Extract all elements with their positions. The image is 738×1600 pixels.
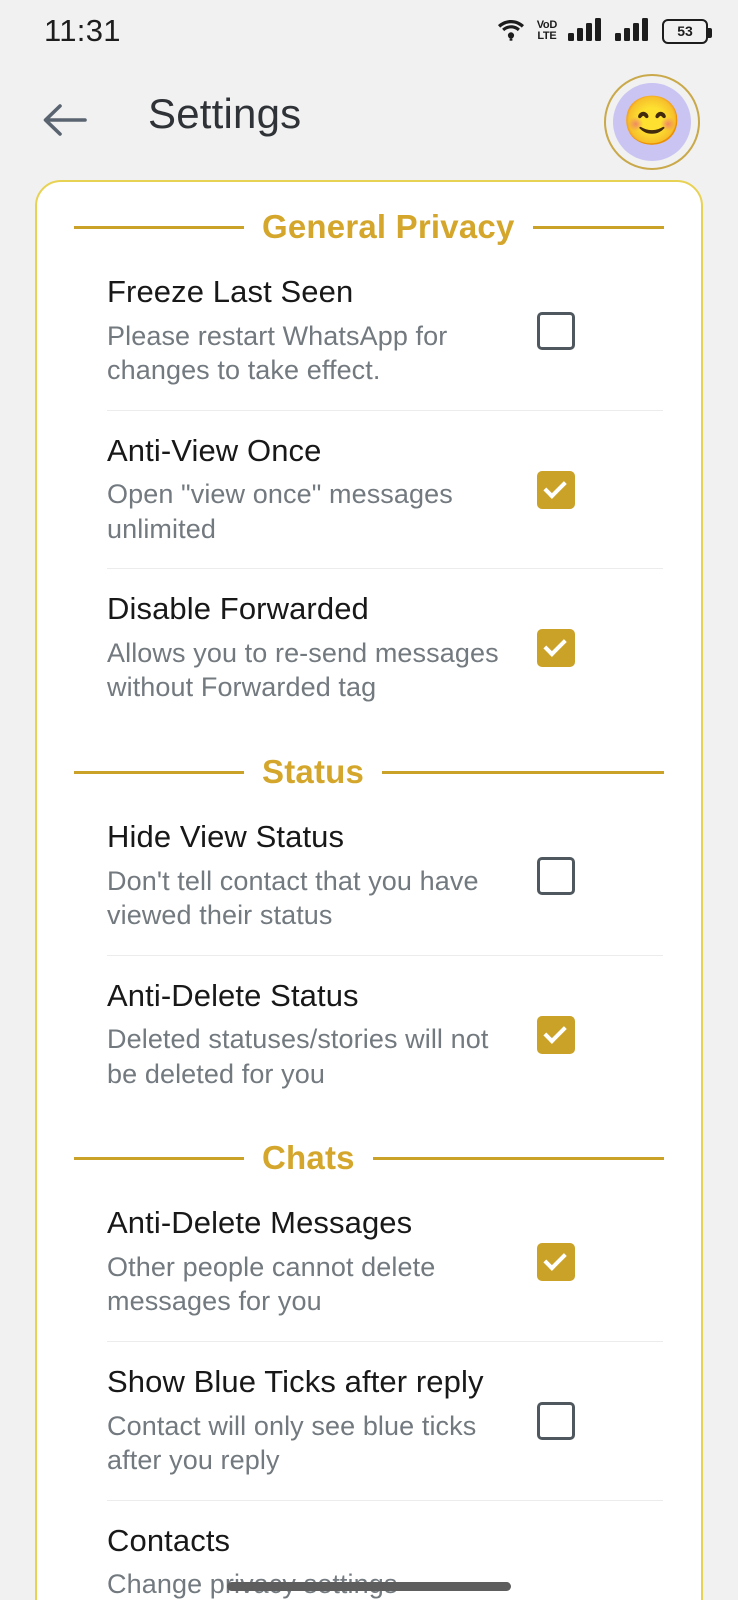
row-texts: Anti-Delete Status Deleted statuses/stori… — [107, 978, 537, 1092]
page-title: Settings — [148, 90, 302, 137]
home-gesture-bar[interactable] — [227, 1582, 511, 1591]
volte-bottom-label: LTE — [537, 30, 557, 42]
checkmark-icon — [542, 1020, 567, 1044]
section-rule-right — [372, 1156, 664, 1160]
row-checkbox-area — [537, 1243, 647, 1282]
row-title: Hide View Status — [107, 819, 345, 855]
section-rule-left — [74, 225, 244, 229]
settings-row[interactable]: Anti-Delete Status Deleted statuses/stori… — [37, 956, 701, 1114]
settings-row[interactable]: Hide View Status Don't tell contact that … — [37, 797, 701, 955]
section-title: Chats — [262, 1139, 355, 1177]
row-texts: Freeze Last Seen Please restart WhatsApp … — [107, 274, 537, 388]
section-rule-right — [382, 770, 664, 774]
row-title: Anti-Delete Messages — [107, 1205, 413, 1241]
settings-row[interactable]: Freeze Last Seen Please restart WhatsApp … — [37, 252, 701, 410]
checkmark-icon — [542, 633, 567, 658]
row-checkbox-area — [537, 470, 647, 509]
settings-card: General Privacy Freeze Last Seen Please re… — [35, 180, 703, 1600]
signal-bars-icon-secondary — [615, 17, 651, 46]
signal-bars-icon — [568, 17, 604, 46]
row-checkbox-checked[interactable] — [537, 1015, 575, 1054]
settings-row[interactable]: Show Blue Ticks after reply Contact will … — [37, 1342, 701, 1500]
row-checkbox-unchecked[interactable] — [537, 856, 575, 895]
row-checkbox-area — [537, 1015, 647, 1054]
section-rule-left — [74, 1156, 244, 1160]
row-title: Freeze Last Seen — [107, 274, 354, 309]
row-title: Anti-View Once — [107, 432, 322, 468]
row-checkbox-area — [537, 311, 647, 350]
row-checkbox-checked[interactable] — [537, 1243, 575, 1282]
row-subtitle: Other people cannot delete messages for … — [107, 1251, 436, 1317]
row-subtitle: Deleted statuses/stories will not be del… — [107, 1024, 489, 1089]
avatar-disc: 😊 — [613, 83, 691, 161]
battery-level-label: 53 — [677, 23, 693, 39]
settings-row[interactable]: Anti-View Once Open "view once" messages … — [37, 411, 701, 569]
status-bar: 11:31 VoD LTE 53 — [0, 0, 738, 62]
section-header: Chats — [37, 1139, 701, 1177]
row-checkbox-area — [537, 629, 647, 668]
row-texts: Anti-Delete Messages Other people cannot … — [107, 1205, 537, 1319]
row-subtitle: Don't tell contact that you have viewed … — [107, 865, 479, 931]
settings-row[interactable]: Anti-Delete Messages Other people cannot … — [37, 1183, 701, 1341]
status-bar-icons: VoD LTE 53 — [496, 17, 712, 46]
section-title: General Privacy — [262, 208, 515, 245]
wifi-icon — [496, 17, 526, 46]
battery-icon: 53 — [662, 18, 712, 44]
row-subtitle: Open "view once" messages unlimited — [107, 479, 453, 544]
row-subtitle: Contact will only see blue ticks after y… — [107, 1410, 477, 1476]
row-texts: Anti-View Once Open "view once" messages … — [107, 433, 537, 547]
avatar-emoji-icon: 😊 — [622, 95, 682, 148]
row-title: Anti-Delete Status — [107, 977, 359, 1013]
row-checkbox-area — [537, 1401, 647, 1440]
row-texts: Show Blue Ticks after reply Contact will … — [107, 1364, 537, 1478]
settings-row[interactable]: Disable Forwarded Allows you to re-send m… — [37, 569, 701, 727]
volte-icon: VoD LTE — [537, 20, 558, 42]
status-bar-clock: 11:31 — [44, 13, 121, 48]
checkmark-icon — [542, 475, 567, 499]
row-checkbox-area — [537, 856, 647, 895]
row-title: Contacts — [107, 1522, 231, 1558]
row-checkbox-unchecked[interactable] — [537, 1401, 575, 1440]
row-subtitle: Please restart WhatsApp for changes to t… — [107, 320, 448, 386]
row-checkbox-checked[interactable] — [537, 470, 575, 509]
row-title: Disable Forwarded — [107, 591, 369, 627]
checkmark-icon — [542, 1247, 567, 1272]
section-rule-left — [74, 770, 244, 774]
app-bar: Settings 😊 — [0, 62, 738, 180]
section-rule-right — [532, 225, 664, 229]
row-texts: Hide View Status Don't tell contact that … — [107, 819, 537, 933]
row-title: Show Blue Ticks after reply — [107, 1364, 484, 1400]
avatar[interactable]: 😊 — [604, 74, 700, 170]
section-title: Status — [262, 753, 365, 791]
phone-screen: 11:31 VoD LTE 53 Settings 😊 General Priv… — [0, 0, 738, 1600]
row-checkbox-checked[interactable] — [537, 629, 575, 668]
row-checkbox-unchecked[interactable] — [537, 311, 575, 350]
section-header: Status — [37, 753, 701, 791]
back-arrow-icon[interactable] — [38, 94, 90, 146]
section-header: General Privacy — [37, 208, 701, 246]
row-subtitle: Allows you to re-send messages without F… — [107, 637, 499, 703]
row-texts: Disable Forwarded Allows you to re-send m… — [107, 591, 537, 705]
